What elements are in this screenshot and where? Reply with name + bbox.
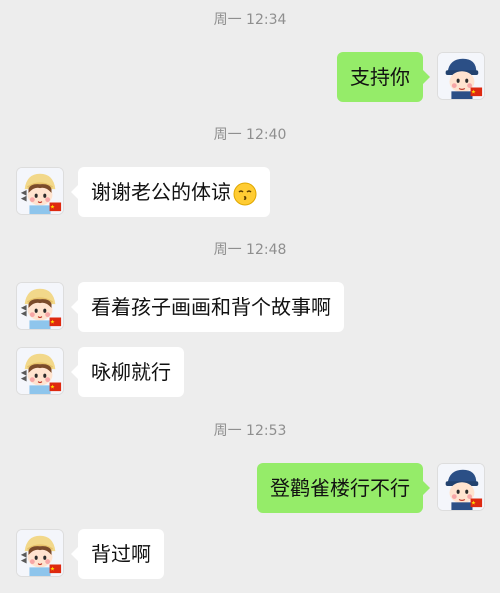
avatar-other[interactable] xyxy=(16,347,64,395)
kissing-face-emoji-icon xyxy=(233,182,257,205)
message-text: 谢谢老公的体谅 xyxy=(91,180,231,204)
avatar-other[interactable] xyxy=(16,167,64,215)
boy-cartoon-avatar-icon xyxy=(438,464,484,510)
chat-view[interactable]: 周一 12:34 支持你 周一 12:40 谢谢老公的体谅 周一 12:48 看… xyxy=(0,0,500,593)
timestamp: 周一 12:53 xyxy=(213,423,287,439)
message-bubble-incoming[interactable]: 谢谢老公的体谅 xyxy=(71,167,270,217)
message-bubble-outgoing[interactable]: 支持你 xyxy=(337,52,430,102)
avatar-self[interactable] xyxy=(437,463,485,511)
girl-cartoon-avatar-icon xyxy=(17,348,63,394)
message-bubble-outgoing[interactable]: 登鹳雀楼行不行 xyxy=(257,463,430,513)
timestamp: 周一 12:34 xyxy=(213,12,287,28)
message-bubble-incoming[interactable]: 背过啊 xyxy=(71,529,164,579)
message-bubble-incoming[interactable]: 看着孩子画画和背个故事啊 xyxy=(71,282,344,332)
girl-cartoon-avatar-icon xyxy=(17,168,63,214)
girl-cartoon-avatar-icon xyxy=(17,283,63,329)
avatar-other[interactable] xyxy=(16,282,64,330)
timestamp: 周一 12:48 xyxy=(213,242,287,258)
girl-cartoon-avatar-icon xyxy=(17,530,63,576)
avatar-self[interactable] xyxy=(437,52,485,100)
timestamp: 周一 12:40 xyxy=(213,127,287,143)
message-bubble-incoming[interactable]: 咏柳就行 xyxy=(71,347,184,397)
avatar-other[interactable] xyxy=(16,529,64,577)
boy-cartoon-avatar-icon xyxy=(438,53,484,99)
